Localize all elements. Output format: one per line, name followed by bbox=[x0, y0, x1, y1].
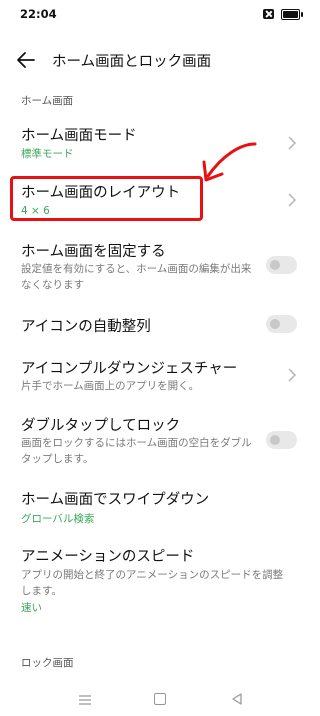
back-triangle-icon[interactable] bbox=[230, 692, 244, 706]
home-icon[interactable] bbox=[154, 693, 166, 705]
row-double-tap-lock[interactable]: ダブルタップしてロック 画面をロックするにはホーム画面の空白をダブルタップします… bbox=[0, 414, 319, 466]
header: ホーム画面とロック画面 bbox=[0, 42, 319, 78]
notification-icon bbox=[263, 9, 274, 19]
double-tap-lock-toggle[interactable] bbox=[266, 431, 297, 449]
row-title: アイコンプルダウンジェスチャー bbox=[21, 361, 238, 377]
annotation-arrow-icon bbox=[202, 142, 257, 182]
row-title: ホーム画面でスワイプダウン bbox=[21, 492, 210, 508]
row-title: ホーム画面を固定する bbox=[21, 244, 166, 260]
menu-icon[interactable] bbox=[78, 694, 92, 706]
annotation-highlight-box bbox=[10, 176, 203, 221]
row-pulldown-gesture[interactable]: アイコンプルダウンジェスチャー 片手でホーム画面上のアプリを開く。 bbox=[0, 357, 319, 397]
row-title: ホーム画面モード bbox=[21, 128, 137, 144]
row-swipe-down[interactable]: ホーム画面でスワイプダウン グローバル検索 bbox=[0, 488, 319, 528]
chevron-right-icon bbox=[288, 136, 297, 150]
section-label-home: ホーム画面 bbox=[21, 95, 74, 107]
row-value: 標準モード bbox=[21, 148, 74, 160]
row-value: グローバル検索 bbox=[21, 513, 95, 525]
row-desc: 画面をロックするにはホーム画面の空白をダブルタップします。 bbox=[21, 437, 252, 465]
row-animation-speed[interactable]: アニメーションのスピード アプリの開始と終了のアニメーションのスピードを調整しま… bbox=[0, 545, 319, 615]
row-desc: 片手でホーム画面上のアプリを開く。 bbox=[21, 380, 200, 392]
section-label-lock: ロック画面 bbox=[21, 657, 74, 669]
row-auto-arrange[interactable]: アイコンの自動整列 bbox=[0, 315, 319, 339]
row-home-mode[interactable]: ホーム画面モード 標準モード bbox=[0, 124, 319, 164]
row-value: 速い bbox=[21, 602, 42, 614]
page-title: ホーム画面とロック画面 bbox=[52, 54, 212, 70]
row-title: ダブルタップしてロック bbox=[21, 418, 181, 434]
chevron-right-icon bbox=[288, 368, 297, 382]
status-bar: 22:04 bbox=[0, 0, 319, 30]
auto-arrange-toggle[interactable] bbox=[266, 315, 297, 333]
row-lock-home-screen[interactable]: ホーム画面を固定する 設定値を有効にすると、ホーム画面の編集が出来なくなります bbox=[0, 240, 319, 292]
row-title: アイコンの自動整列 bbox=[21, 319, 151, 335]
back-arrow-icon[interactable] bbox=[14, 48, 38, 72]
navigation-bar bbox=[0, 688, 319, 716]
row-desc: アプリの開始と終了のアニメーションのスピードを調整します。 bbox=[21, 569, 284, 597]
row-desc: 設定値を有効にすると、ホーム画面の編集が出来なくなります bbox=[21, 263, 252, 291]
row-title: アニメーションのスピード bbox=[21, 549, 195, 565]
chevron-right-icon bbox=[288, 193, 297, 207]
status-time: 22:04 bbox=[20, 7, 57, 21]
battery-icon bbox=[281, 9, 303, 20]
lock-home-toggle[interactable] bbox=[266, 256, 297, 274]
